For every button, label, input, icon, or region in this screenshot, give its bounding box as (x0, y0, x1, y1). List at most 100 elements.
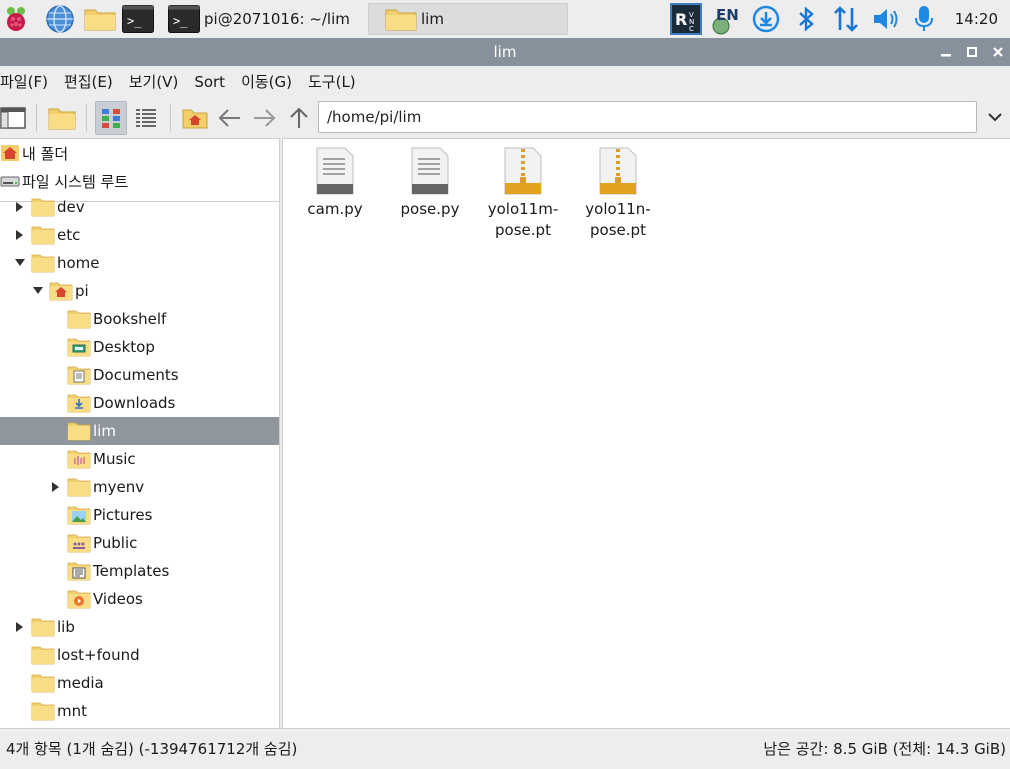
templates-folder-icon (67, 561, 91, 581)
tree-node-etc[interactable]: etc (0, 221, 279, 249)
tree-node-mnt[interactable]: mnt (0, 697, 279, 725)
tree-node-desktop[interactable]: Desktop (0, 333, 279, 361)
tree-node-home[interactable]: home (0, 249, 279, 277)
status-item-count: 4개 항목 (1개 숨김) (-1394761712개 숨김) (6, 740, 298, 758)
bluetooth-icon[interactable] (790, 3, 822, 35)
tree-node-lim[interactable]: lim (0, 417, 279, 445)
menu-sort[interactable]: Sort (194, 66, 233, 98)
tree-node-documents[interactable]: Documents (0, 361, 279, 389)
icon-view-button[interactable] (95, 101, 127, 135)
menu-bar: 파일(F) 편집(E) 보기(V) Sort 이동(G) 도구(L) (0, 66, 1010, 98)
expander-collapsed-icon[interactable] (13, 193, 27, 221)
expander-collapsed-icon[interactable] (49, 473, 63, 501)
public-folder-icon (67, 533, 91, 553)
new-window-button[interactable] (0, 101, 29, 135)
path-input[interactable]: /home/pi/lim (318, 101, 977, 133)
language-indicator-icon[interactable]: EN (710, 3, 742, 35)
music-folder-icon (67, 449, 91, 469)
terminal-launcher-icon[interactable]: >_ (122, 3, 154, 35)
terminal-task-button[interactable]: >_ pi@2071016: ~/lim (168, 3, 364, 35)
file-name: cam.py (307, 200, 363, 218)
expander-collapsed-icon[interactable] (13, 221, 27, 249)
vnc-icon[interactable]: R V N C (670, 3, 702, 35)
minimize-button[interactable] (940, 38, 952, 66)
folder-icon (67, 477, 91, 497)
documents-folder-icon (67, 365, 91, 385)
place-home[interactable]: 내 폴더 (0, 139, 279, 167)
volume-icon[interactable] (870, 3, 902, 35)
tree-node-videos[interactable]: Videos (0, 585, 279, 613)
tree-node-label: lib (57, 618, 75, 636)
expander-expanded-icon[interactable] (13, 249, 27, 277)
up-button[interactable] (283, 101, 315, 135)
folder-icon (67, 421, 91, 441)
file-name: pose.py (400, 200, 460, 218)
place-filesystem-root[interactable]: 파일 시스템 루트 (0, 167, 279, 195)
close-button[interactable] (992, 38, 1004, 66)
drive-icon (0, 171, 20, 191)
expander-collapsed-icon[interactable] (13, 613, 27, 641)
tree-node-lib[interactable]: lib (0, 613, 279, 641)
tree-node-media[interactable]: media (0, 669, 279, 697)
tree-node-music[interactable]: Music (0, 445, 279, 473)
tree-node-label: Public (93, 534, 138, 552)
tree-node-bookshelf[interactable]: Bookshelf (0, 305, 279, 333)
network-icon[interactable] (830, 3, 862, 35)
file-item[interactable]: cam.py (287, 147, 383, 220)
raspberry-menu-icon[interactable] (0, 3, 32, 35)
arrow-left-icon (218, 109, 240, 127)
expander-expanded-icon[interactable] (31, 277, 45, 305)
menu-tools[interactable]: 도구(L) (308, 66, 364, 98)
tree-node-dev[interactable]: dev (0, 193, 279, 221)
file-item[interactable]: yolo11m-pose.pt (475, 147, 571, 241)
path-history-dropdown[interactable] (982, 101, 1008, 133)
pictures-folder-icon (67, 505, 91, 525)
folder-icon (31, 225, 55, 245)
window-titlebar[interactable]: lim (0, 38, 1010, 66)
tree-node-myenv[interactable]: myenv (0, 473, 279, 501)
svg-text:>_: >_ (173, 14, 188, 28)
folder-task-button[interactable]: lim (368, 3, 568, 35)
file-manager-icon[interactable] (84, 3, 116, 35)
menu-file[interactable]: 파일(F) (0, 66, 56, 98)
tree-node-pictures[interactable]: Pictures (0, 501, 279, 529)
tree-node-public[interactable]: Public (0, 529, 279, 557)
window-title: lim (493, 43, 517, 61)
file-view[interactable]: cam.py pose.py yolo11m-pose.pt yolo11n-pose… (282, 138, 1010, 728)
maximize-button[interactable] (966, 38, 978, 66)
updater-icon[interactable] (750, 3, 782, 35)
archive-file-icon (594, 147, 642, 195)
toolbar-separator (170, 104, 171, 132)
new-folder-button[interactable] (46, 101, 78, 135)
list-view-button[interactable] (130, 101, 162, 135)
minimize-icon (941, 54, 951, 57)
tree-node-pi[interactable]: pi (0, 277, 279, 305)
tree-node-lost-found[interactable]: lost+found (0, 641, 279, 669)
forward-button[interactable] (248, 101, 280, 135)
home-folder-icon (49, 281, 73, 301)
menu-edit[interactable]: 편집(E) (64, 66, 121, 98)
menu-go[interactable]: 이동(G) (241, 66, 300, 98)
arrow-right-icon (254, 109, 276, 127)
tree-node-label: Pictures (93, 506, 153, 524)
folder-icon (31, 197, 55, 217)
svg-text:EN: EN (716, 6, 739, 24)
home-folder-icon (182, 109, 208, 129)
tree-node-templates[interactable]: Templates (0, 557, 279, 585)
videos-folder-icon (67, 589, 91, 609)
tree-node-label: Documents (93, 366, 179, 384)
home-button[interactable] (179, 101, 211, 135)
file-item[interactable]: yolo11n-pose.pt (570, 147, 666, 241)
downloads-folder-icon (67, 393, 91, 413)
status-bar: 4개 항목 (1개 숨김) (-1394761712개 숨김) 남은 공간: 8… (0, 728, 1010, 766)
tree-node-downloads[interactable]: Downloads (0, 389, 279, 417)
folder-icon (31, 617, 55, 637)
back-button[interactable] (214, 101, 246, 135)
file-item[interactable]: pose.py (382, 147, 478, 220)
desktop-folder-icon (67, 337, 91, 357)
clock[interactable]: 14:20 (955, 0, 998, 38)
web-browser-icon[interactable] (44, 3, 76, 35)
icon-view-icon (102, 109, 120, 128)
menu-view[interactable]: 보기(V) (129, 66, 187, 98)
microphone-icon[interactable] (908, 3, 940, 35)
